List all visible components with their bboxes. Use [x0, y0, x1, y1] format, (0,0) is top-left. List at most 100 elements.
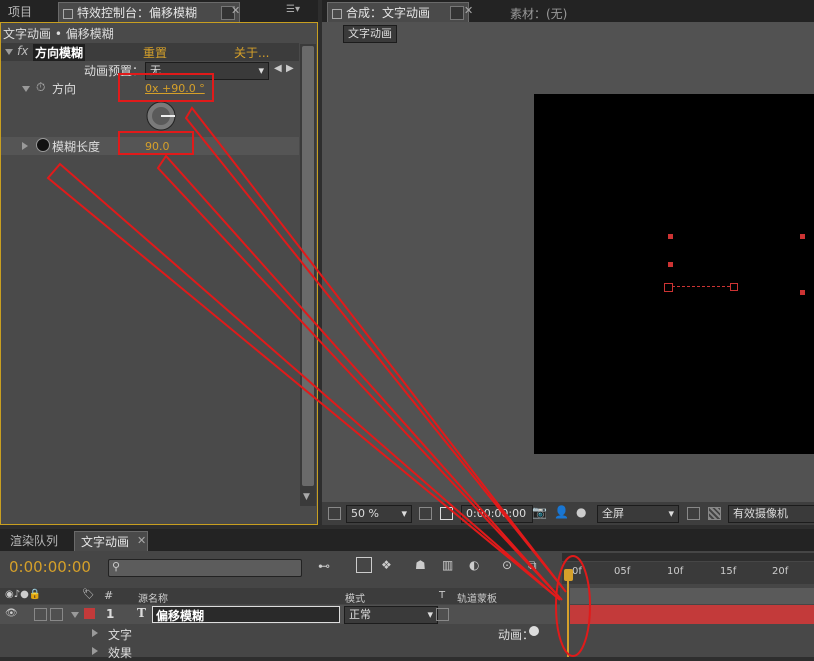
ruler-tick: 0f: [572, 566, 582, 577]
tab-effect-controls[interactable]: 特效控制台：偏移模糊: [58, 2, 240, 23]
motion-blur-icon[interactable]: ◐: [469, 558, 479, 572]
ruler-tick: 05f: [614, 566, 631, 577]
mask-toggle-icon[interactable]: [440, 507, 453, 520]
preset-next-icon[interactable]: ▶: [286, 63, 294, 74]
transparency-grid-icon[interactable]: [708, 507, 721, 520]
direction-label: 方向: [52, 82, 77, 96]
layer-handle[interactable]: [730, 283, 738, 291]
tab-composition[interactable]: 合成：文字动画: [327, 2, 469, 23]
text-baseline: [672, 286, 730, 287]
text-group-expand-icon[interactable]: [92, 629, 98, 637]
angle-dial[interactable]: [144, 101, 178, 131]
layer-duration-bar[interactable]: [570, 605, 814, 624]
resolution-select[interactable]: 全屏 ▾: [597, 505, 679, 523]
blur-expand-icon[interactable]: [22, 142, 28, 150]
layer-handle[interactable]: [668, 234, 673, 239]
close-comp-tab-icon[interactable]: ✕: [464, 4, 473, 17]
lock-icon: [332, 8, 342, 19]
always-preview-icon[interactable]: [328, 507, 341, 520]
fx-icon[interactable]: fx: [17, 44, 28, 58]
lock-icon: [63, 8, 73, 19]
chevron-down-icon: ▾: [427, 608, 433, 621]
label-color-swatch[interactable]: [84, 608, 95, 619]
col-number: #: [104, 589, 114, 602]
brainstorm-icon[interactable]: ⊙: [502, 558, 512, 572]
live-update-icon[interactable]: [356, 557, 372, 573]
current-time-indicator[interactable]: [564, 569, 573, 581]
tab-composition-label: 合成：文字动画: [346, 6, 431, 20]
stopwatch-icon[interactable]: ⏱: [36, 80, 45, 95]
comp-breadcrumb-button[interactable]: 文字动画: [343, 25, 397, 43]
tab-dropdown-icon[interactable]: [450, 6, 464, 20]
about-link[interactable]: 关于...: [234, 44, 269, 61]
solo-toggle[interactable]: [34, 608, 47, 621]
snapshot-icon[interactable]: 📷: [532, 505, 547, 519]
layer-handle[interactable]: [800, 234, 805, 239]
zoom-select[interactable]: 50 % ▾: [346, 505, 412, 523]
stopwatch-active-icon[interactable]: [36, 138, 50, 152]
close-tab-icon[interactable]: ✕: [231, 4, 240, 17]
effects-group-expand-icon[interactable]: [92, 647, 98, 655]
playhead-line: [567, 581, 569, 657]
animate-menu-icon[interactable]: [529, 626, 539, 636]
work-area-bar[interactable]: [562, 553, 814, 561]
composition-canvas[interactable]: [534, 94, 814, 454]
text-group-label[interactable]: 文字: [108, 626, 132, 643]
chevron-down-icon: ▾: [401, 507, 407, 520]
close-timeline-tab-icon[interactable]: ✕: [137, 534, 146, 547]
layer-handle[interactable]: [800, 290, 805, 295]
ruler-tick: 20f: [772, 566, 789, 577]
breadcrumb: 文字动画 • 偏移模糊: [3, 27, 114, 41]
timeline-header-track: [570, 588, 814, 604]
col-track-matte: 轨道蒙板: [457, 594, 497, 605]
layer-handle[interactable]: [668, 262, 673, 267]
text-layer-icon: T: [137, 606, 146, 620]
tab-footage[interactable]: 素材：(无): [510, 5, 567, 22]
blur-length-value[interactable]: 90.0: [145, 140, 170, 153]
timeline-timecode[interactable]: 0:00:00:00: [9, 558, 91, 576]
tab-project[interactable]: 项目: [2, 2, 38, 22]
layer-mode-select[interactable]: 正常 ▾: [344, 606, 438, 624]
comp-mini-flowchart-icon[interactable]: ⊷: [318, 559, 330, 573]
preserve-transparency-toggle[interactable]: [436, 608, 449, 621]
preset-prev-icon[interactable]: ◀: [274, 63, 282, 74]
col-source-name[interactable]: 源名称: [138, 590, 168, 605]
layer-name-field[interactable]: 偏移模糊: [152, 606, 340, 623]
effects-group-label[interactable]: 效果: [108, 644, 132, 661]
tab-render-queue[interactable]: 渲染队列: [4, 531, 64, 551]
timecode-field[interactable]: 0:00:00:00: [461, 505, 533, 523]
region-of-interest-icon[interactable]: [687, 507, 700, 520]
show-snapshot-icon[interactable]: 👤: [554, 505, 569, 519]
search-icon: ⚲: [112, 560, 121, 573]
layer-expand-icon[interactable]: [71, 612, 79, 618]
collapse-icon[interactable]: [5, 49, 13, 55]
anchor-point-icon[interactable]: [664, 283, 673, 292]
preset-value: 无: [150, 64, 161, 77]
panel-menu-icon[interactable]: ☰▾: [286, 4, 300, 15]
safe-zones-icon[interactable]: [419, 507, 432, 520]
hide-shy-icon[interactable]: ☗: [415, 558, 426, 572]
layer-search-input[interactable]: ⚲: [108, 559, 302, 577]
lock-toggle[interactable]: [50, 608, 63, 621]
eye-icon[interactable]: 👁: [5, 608, 18, 619]
camera-select[interactable]: 有效摄像机: [728, 505, 814, 523]
blur-length-label: 模糊长度: [52, 140, 101, 154]
tab-effect-controls-label: 特效控制台：偏移模糊: [77, 6, 198, 20]
scrollbar-thumb[interactable]: [302, 46, 314, 486]
frame-blending-icon[interactable]: ▥: [442, 558, 453, 572]
graph-editor-icon[interactable]: ⧉: [528, 558, 537, 573]
label-tag-icon[interactable]: 🏷: [82, 589, 95, 600]
preset-select[interactable]: 无 ▾: [145, 62, 269, 80]
col-mode: 模式: [345, 594, 365, 605]
reset-link[interactable]: 重置: [143, 44, 167, 61]
color-channels-icon[interactable]: ●: [576, 505, 586, 519]
effect-name[interactable]: 方向模糊: [33, 44, 86, 61]
scroll-down-icon[interactable]: ▼: [303, 492, 310, 502]
ruler-tick: 15f: [720, 566, 737, 577]
direction-expand-icon[interactable]: [22, 86, 30, 92]
direction-value[interactable]: 0x +90.0 °: [145, 82, 205, 95]
zoom-value: 50 %: [351, 507, 379, 520]
ruler-tick: 10f: [667, 566, 684, 577]
draft-3d-icon[interactable]: ❖: [381, 558, 392, 572]
av-features-icon[interactable]: ◉♪●🔒: [5, 589, 41, 600]
